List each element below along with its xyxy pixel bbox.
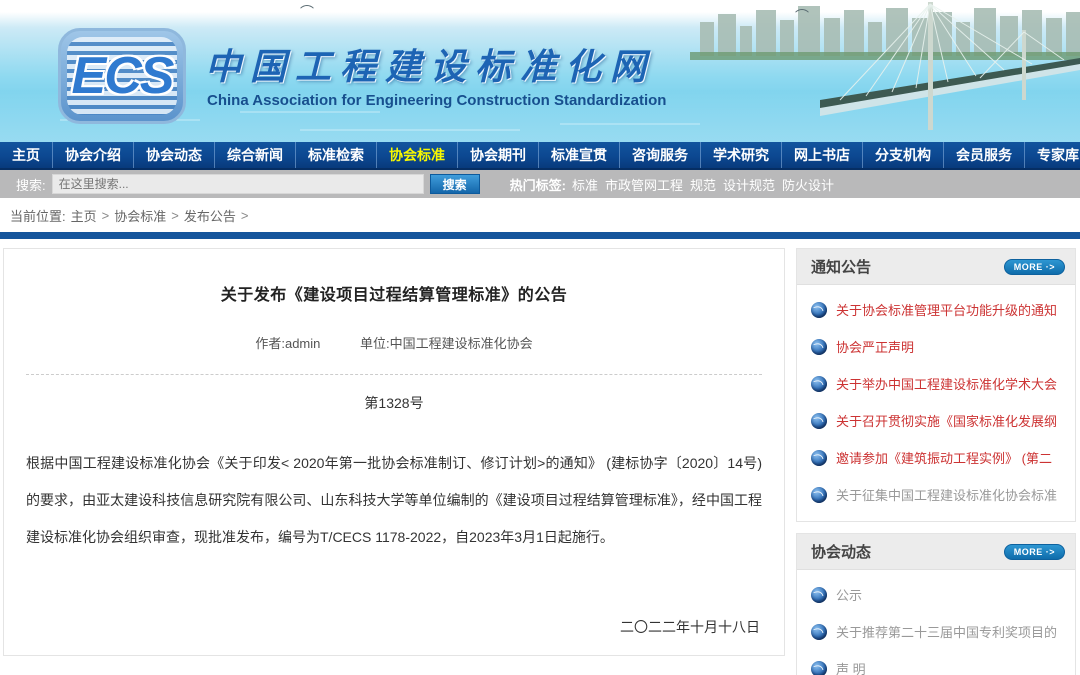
breadcrumb-home[interactable]: 主页: [71, 206, 97, 225]
nav-item-association-standards[interactable]: 协会标准: [377, 142, 458, 168]
nav-item-online-bookstore[interactable]: 网上书店: [782, 142, 863, 168]
site-logo[interactable]: ECS: [58, 28, 186, 124]
hot-tags-label: 热门标签:: [510, 178, 566, 193]
list-item-label: 声 明: [836, 659, 866, 675]
search-label: 搜索:: [16, 175, 46, 194]
hot-tag[interactable]: 规范: [690, 178, 716, 193]
association-news-more-button[interactable]: MORE ·>: [1004, 544, 1065, 560]
hot-tag[interactable]: 防火设计: [782, 178, 834, 193]
notices-more-button[interactable]: MORE ·>: [1004, 259, 1065, 275]
breadcrumb-announcements[interactable]: 发布公告: [184, 206, 236, 225]
list-item-label: 关于召开贯彻实施《国家标准化发展纲: [836, 411, 1057, 430]
article-title: 关于发布《建设项目过程结算管理标准》的公告: [26, 281, 762, 305]
globe-icon: [811, 376, 827, 392]
nav-item-experts[interactable]: 专家库: [1025, 142, 1080, 168]
globe-icon: [811, 661, 827, 675]
site-subtitle: China Association for Engineering Constr…: [207, 92, 666, 109]
header-banner: ⌒ ⌒ ECS 中国工程建设标准化网 China Association for…: [0, 0, 1080, 142]
logo-ecs-text: ECS: [72, 46, 173, 106]
bird-icon: ⌒: [300, 2, 314, 22]
nav-item-consulting[interactable]: 咨询服务: [620, 142, 701, 168]
globe-icon: [811, 487, 827, 503]
globe-icon: [811, 624, 827, 640]
globe-icon: [811, 450, 827, 466]
association-news-header: 协会动态 MORE ·>: [797, 534, 1075, 570]
article-unit: 单位:中国工程建设标准化协会: [360, 336, 533, 351]
list-item-label: 关于举办中国工程建设标准化学术大会: [836, 374, 1057, 393]
bird-icon: ⌒: [795, 6, 809, 26]
nav-item-general-news[interactable]: 综合新闻: [215, 142, 296, 168]
list-item-label: 协会严正声明: [836, 337, 914, 356]
notices-list: 关于协会标准管理平台功能升级的通知 协会严正声明 关于举办中国工程建设标准化学术…: [797, 285, 1075, 521]
list-item[interactable]: 声 明: [797, 650, 1075, 675]
list-item-label: 公示: [836, 585, 862, 604]
nav-item-standard-promotion[interactable]: 标准宣贯: [539, 142, 620, 168]
nav-item-standard-search[interactable]: 标准检索: [296, 142, 377, 168]
article-body: 根据中国工程建设标准化协会《关于印发< 2020年第一批协会标准制订、修订计划>…: [26, 445, 762, 556]
notices-section: 通知公告 MORE ·> 关于协会标准管理平台功能升级的通知 协会严正声明 关于…: [796, 248, 1076, 522]
list-item[interactable]: 关于推荐第二十三届中国专利奖项目的: [797, 613, 1075, 650]
list-item[interactable]: 关于召开贯彻实施《国家标准化发展纲: [797, 402, 1075, 439]
list-item[interactable]: 公示: [797, 576, 1075, 613]
list-item[interactable]: 邀请参加《建筑振动工程实例》 (第二: [797, 439, 1075, 476]
article-panel: 关于发布《建设项目过程结算管理标准》的公告 作者:admin 单位:中国工程建设…: [3, 248, 785, 656]
article-date: 二〇二二年十月十八日: [620, 617, 760, 637]
association-news-title: 协会动态: [811, 541, 871, 562]
search-button[interactable]: 搜索: [430, 174, 480, 194]
article-meta: 作者:admin 单位:中国工程建设标准化协会: [26, 333, 762, 352]
breadcrumb-separator: >: [102, 208, 110, 223]
association-news-list: 公示 关于推荐第二十三届中国专利奖项目的 声 明 关于推荐第二十二届中国专利奖项…: [797, 570, 1075, 675]
breadcrumb-label: 当前位置:: [10, 206, 66, 225]
nav-item-member-services[interactable]: 会员服务: [944, 142, 1025, 168]
hot-tag[interactable]: 标准: [572, 178, 598, 193]
breadcrumb-separator: >: [171, 208, 179, 223]
nav-item-about[interactable]: 协会介绍: [53, 142, 134, 168]
main-navigation: 主页 协会介绍 协会动态 综合新闻 标准检索 协会标准 协会期刊 标准宣贯 咨询…: [0, 142, 1080, 170]
nav-item-branches[interactable]: 分支机构: [863, 142, 944, 168]
nav-item-home[interactable]: 主页: [0, 142, 53, 168]
breadcrumb-separator: >: [241, 208, 249, 223]
globe-icon: [811, 302, 827, 318]
dashed-divider: [26, 374, 762, 375]
document-number: 第1328号: [26, 393, 762, 413]
list-item[interactable]: 关于征集中国工程建设标准化协会标准: [797, 476, 1075, 513]
breadcrumb-standards[interactable]: 协会标准: [114, 206, 166, 225]
list-item-label: 邀请参加《建筑振动工程实例》 (第二: [836, 448, 1052, 467]
list-item-label: 关于推荐第二十三届中国专利奖项目的: [836, 622, 1057, 641]
divider-rule: [0, 232, 1080, 239]
association-news-section: 协会动态 MORE ·> 公示 关于推荐第二十三届中国专利奖项目的 声 明 关于…: [796, 533, 1076, 675]
hot-tag[interactable]: 设计规范: [723, 178, 775, 193]
globe-icon: [811, 339, 827, 355]
nav-item-association-news[interactable]: 协会动态: [134, 142, 215, 168]
breadcrumb: 当前位置: 主页 > 协会标准 > 发布公告 >: [0, 198, 1080, 232]
list-item-label: 关于征集中国工程建设标准化协会标准: [836, 485, 1057, 504]
search-input[interactable]: [52, 174, 424, 194]
globe-icon: [811, 413, 827, 429]
main-content: 关于发布《建设项目过程结算管理标准》的公告 作者:admin 单位:中国工程建设…: [0, 248, 1080, 675]
list-item[interactable]: 协会严正声明: [797, 328, 1075, 365]
globe-icon: [811, 587, 827, 603]
notices-title: 通知公告: [811, 256, 871, 277]
search-bar: 搜索: 搜索 热门标签: 标准市政管网工程规范设计规范防火设计: [0, 170, 1080, 198]
nav-item-academic-research[interactable]: 学术研究: [701, 142, 782, 168]
list-item-label: 关于协会标准管理平台功能升级的通知: [836, 300, 1057, 319]
hot-tags: 热门标签: 标准市政管网工程规范设计规范防火设计: [510, 175, 841, 194]
list-item[interactable]: 关于举办中国工程建设标准化学术大会: [797, 365, 1075, 402]
sidebar: 通知公告 MORE ·> 关于协会标准管理平台功能升级的通知 协会严正声明 关于…: [796, 248, 1076, 675]
nav-item-journal[interactable]: 协会期刊: [458, 142, 539, 168]
list-item[interactable]: 关于协会标准管理平台功能升级的通知: [797, 291, 1075, 328]
notices-header: 通知公告 MORE ·>: [797, 249, 1075, 285]
site-title: 中国工程建设标准化网: [205, 38, 655, 90]
hot-tag[interactable]: 市政管网工程: [605, 178, 683, 193]
article-author: 作者:admin: [255, 336, 320, 351]
